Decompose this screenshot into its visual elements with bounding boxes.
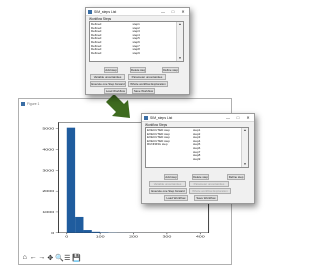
save-workflow-button[interactable]: Save Workflow [194,195,218,201]
zoom-icon[interactable]: 🔍 [55,254,64,262]
define-step-button[interactable]: Define step [227,174,245,180]
execute-step-forward-button[interactable]: Execute one Step forward [149,188,187,194]
step-status: Defined [91,50,102,55]
y-tick-label: 3000 [42,169,55,172]
x-tick-label: 300 [162,235,172,238]
list-scrollbar[interactable]: ▲ ▼ [241,128,248,167]
window-titlebar: SIM_steps List — □ ✕ [86,8,189,16]
back-icon[interactable]: ← [30,254,38,262]
step-name: step9 [132,50,140,55]
minimize-button[interactable]: — [224,114,232,122]
figure-toolbar: ⌂ ← → ✥ 🔍 ☰ 💾 [21,254,81,262]
scroll-up-icon[interactable]: ▲ [242,128,248,133]
window-title: SIM_steps List [94,9,117,14]
workflow-steps-list[interactable]: ▲ ▼ Defined step1 Defined step2 Defined step3… [89,21,184,62]
variable-uncertainties-button[interactable]: Variable uncertainties [149,181,186,187]
histogram-bar [91,231,101,233]
home-icon[interactable]: ⌂ [21,254,29,262]
delete-step-button[interactable]: Delete step [130,67,146,73]
y-tick-label: 1000 [42,210,55,213]
window-title: SIM_steps List [150,115,173,120]
window-titlebar: SIM_steps List — □ ✕ [142,114,254,122]
delete-step-button[interactable]: Delete step [192,174,209,180]
x-tick-label: 100 [96,235,106,238]
add-step-button[interactable]: Add step [164,174,178,180]
maximize-button[interactable]: □ [234,114,242,122]
workflow-window-defined: SIM_steps List — □ ✕ Workflow Steps ▲ ▼ … [85,7,190,95]
scroll-down-icon[interactable]: ▼ [242,162,248,167]
x-tick-label: 200 [129,235,139,238]
app-logo-icon [88,9,92,14]
close-button[interactable]: ✕ [244,114,252,122]
x-tick-label: 0 [65,235,69,238]
save-workflow-button[interactable]: Save Workflow [132,88,155,94]
workflow-steps-list[interactable]: ▲ ▼ EXECUTED step step1 EXECUTED step step2… [145,127,249,168]
histogram-bar [83,230,92,233]
pan-icon[interactable]: ✥ [47,254,55,262]
parameter-uncertainties-button[interactable]: Parameter uncertainties [189,181,229,187]
add-step-button[interactable]: Add step [104,67,118,73]
load-workflow-button[interactable]: Load Workflow [104,88,127,94]
variable-uncertainties-button[interactable]: Variable uncertainties [90,74,125,80]
whole-workflow-exploration-button[interactable]: Whole workflow Exploration [128,81,168,87]
scroll-up-icon[interactable]: ▲ [177,22,183,27]
list-scrollbar[interactable]: ▲ ▼ [176,22,183,61]
matplotlib-logo-icon [21,101,25,106]
y-tick-label: 5000 [42,127,55,130]
parameter-uncertainties-button[interactable]: Parameter uncertainties [128,74,166,80]
configure-icon[interactable]: ☰ [64,254,72,262]
load-workflow-button[interactable]: Load Workflow [164,195,188,201]
histogram-bar [75,216,84,233]
maximize-button[interactable]: □ [169,8,177,16]
list-item[interactable]: step9 [147,156,239,161]
figure-title: Figure 1 [27,101,40,106]
y-tick-label: 4000 [42,148,55,151]
app-logo-icon [144,115,148,120]
step-name: step9 [193,156,201,161]
execute-step-forward-button[interactable]: Execute one Step forward [90,81,126,87]
y-tick-label: 0 [51,231,55,234]
transition-arrow-icon [106,94,130,118]
workflow-window-running: SIM_steps List — □ ✕ Workflow Steps ▲ ▼ … [141,113,255,204]
save-icon[interactable]: 💾 [72,254,81,262]
scroll-down-icon[interactable]: ▼ [177,56,183,61]
whole-workflow-exploration-button[interactable]: Whole workflow Exploration [189,188,231,194]
x-tick-label: 400 [196,235,206,238]
minimize-button[interactable]: — [159,8,167,16]
histogram-bar [66,127,76,233]
forward-icon[interactable]: → [38,254,46,262]
y-tick-label: 2000 [42,189,55,192]
close-button[interactable]: ✕ [179,8,187,16]
define-step-button[interactable]: Define step [162,67,179,73]
list-item[interactable]: Defined step9 [91,50,174,55]
